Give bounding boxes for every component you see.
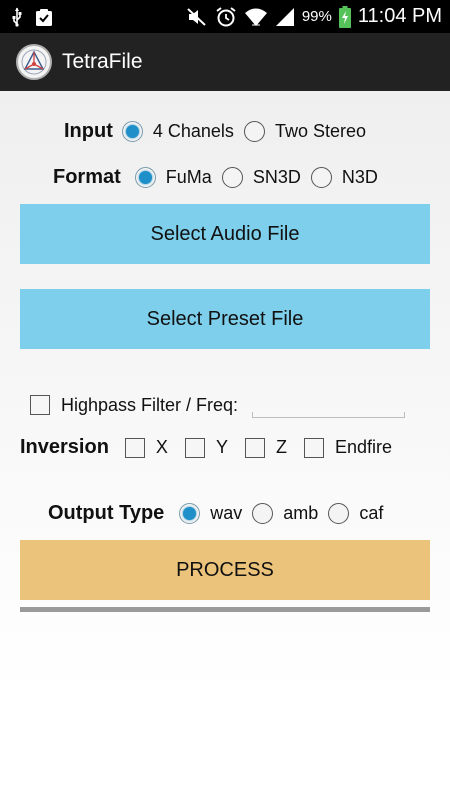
option-label: caf — [359, 503, 384, 523]
usb-icon — [10, 7, 24, 27]
option-label: Y — [215, 437, 228, 457]
option-label: Z — [275, 437, 287, 457]
format-label: Format — [53, 166, 121, 188]
radio-n3d[interactable] — [310, 167, 332, 188]
checkbox-endfire[interactable] — [303, 437, 324, 458]
highpass-checkbox[interactable] — [30, 395, 50, 415]
output-option-wav[interactable]: wav — [179, 503, 242, 524]
format-option-fuma[interactable]: FuMa — [134, 167, 212, 188]
checkbox-z[interactable] — [244, 437, 265, 458]
radio-selected-dot — [138, 171, 152, 184]
input-option-4-chanels[interactable]: 4 Chanels — [121, 121, 234, 142]
radio-selected-dot — [125, 125, 139, 138]
option-label: amb — [283, 503, 319, 523]
checkbox-x[interactable] — [124, 437, 145, 458]
highpass-freq-input[interactable] — [252, 396, 406, 418]
radio-fuma[interactable] — [134, 167, 156, 188]
option-label: N3D — [341, 167, 378, 187]
output-type-label: Output Type — [48, 502, 165, 524]
clipboard-check-icon — [34, 7, 54, 27]
battery-percent: 99% — [301, 8, 332, 25]
checkbox-y[interactable] — [184, 437, 205, 458]
option-label: X — [155, 437, 168, 457]
mute-icon — [186, 7, 208, 27]
status-left — [10, 7, 54, 27]
inversion-option-y[interactable]: Y — [184, 437, 228, 458]
inversion-option-endfire[interactable]: Endfire — [303, 437, 392, 458]
inversion-option-z[interactable]: Z — [244, 437, 287, 458]
output-option-caf[interactable]: caf — [328, 503, 383, 524]
format-row: Format FuMa SN3D N3D — [53, 166, 378, 189]
status-time: 11:04 PM — [357, 5, 442, 27]
action-bar: TetraFile — [0, 33, 450, 91]
process-button[interactable]: PROCESS — [20, 540, 430, 600]
format-option-sn3d[interactable]: SN3D — [221, 167, 301, 188]
input-row: Input 4 Chanels Two Stereo — [64, 120, 366, 143]
signal-icon — [275, 7, 295, 27]
option-label: Endfire — [334, 437, 392, 457]
progress-bar — [20, 607, 430, 612]
radio-two-stereo[interactable] — [243, 121, 265, 142]
input-option-two-stereo[interactable]: Two Stereo — [243, 121, 366, 142]
radio-sn3d[interactable] — [221, 167, 243, 188]
output-type-row: Output Type wav amb caf — [48, 502, 383, 525]
option-label: wav — [210, 503, 243, 523]
inversion-label: Inversion — [20, 436, 109, 458]
select-preset-file-button[interactable]: Select Preset File — [20, 289, 430, 349]
radio-4-chanels[interactable] — [121, 121, 143, 142]
tetrahedron-logo-icon — [16, 44, 52, 80]
app-title: TetraFile — [62, 50, 143, 73]
inversion-option-x[interactable]: X — [124, 437, 168, 458]
option-label: Two Stereo — [274, 121, 366, 141]
format-option-n3d[interactable]: N3D — [310, 167, 378, 188]
main-content: Input 4 Chanels Two Stereo Format FuMa S… — [0, 91, 450, 800]
select-audio-file-button[interactable]: Select Audio File — [20, 204, 430, 264]
status-right: 99% 11:04 PM — [186, 5, 442, 28]
alarm-icon — [215, 6, 237, 28]
output-option-amb[interactable]: amb — [252, 503, 318, 524]
highpass-label: Highpass Filter / Freq: — [61, 394, 239, 415]
highpass-row: Highpass Filter / Freq: — [30, 394, 406, 418]
inversion-row: Inversion X Y Z Endfire — [20, 436, 392, 459]
radio-wav[interactable] — [179, 503, 201, 524]
status-bar: 99% 11:04 PM — [0, 0, 450, 33]
radio-caf[interactable] — [328, 503, 350, 524]
battery-charging-icon — [338, 5, 351, 28]
radio-amb[interactable] — [252, 503, 274, 524]
option-label: FuMa — [165, 167, 212, 187]
input-label: Input — [64, 120, 113, 142]
wifi-icon — [244, 7, 268, 27]
option-label: 4 Chanels — [152, 121, 234, 141]
option-label: SN3D — [252, 167, 301, 187]
radio-selected-dot — [183, 507, 197, 520]
